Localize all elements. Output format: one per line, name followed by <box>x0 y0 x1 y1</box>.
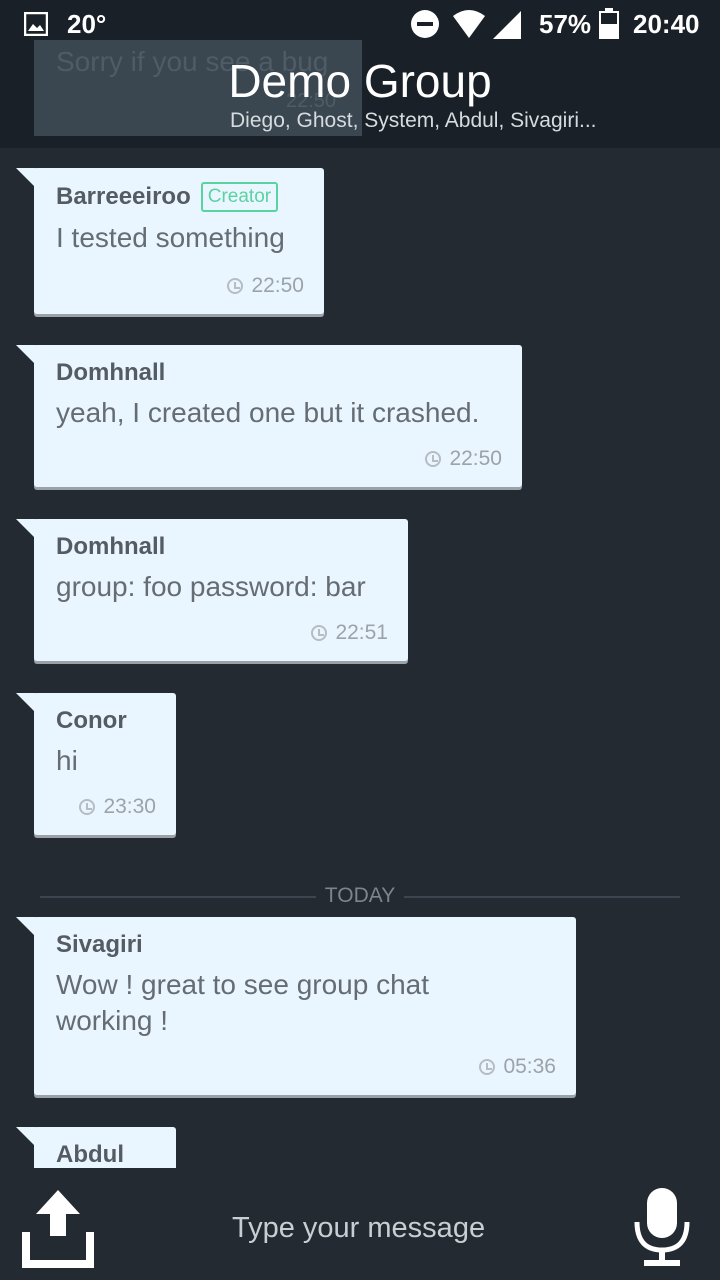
battery-icon <box>599 8 619 39</box>
message-bubble[interactable]: Sivagiri Wow ! great to see group chat w… <box>16 917 576 1095</box>
message-bubble[interactable]: Domhnall group: foo password: bar 22:51 <box>16 519 408 661</box>
clock-icon <box>311 625 328 641</box>
do-not-disturb-icon <box>411 10 439 38</box>
message-time: 22:50 <box>251 274 304 297</box>
message-list[interactable]: Barreeeiroo Creator I tested something 2… <box>0 148 720 1168</box>
upload-icon[interactable] <box>20 1188 96 1268</box>
temperature: 20° <box>67 9 107 39</box>
date-label: TODAY <box>324 884 396 907</box>
image-icon <box>24 12 48 36</box>
message-text: Wow ! great to see group chat working ! <box>56 969 430 1036</box>
clock-icon <box>479 1059 496 1075</box>
message-text: group: foo password: bar <box>56 571 366 602</box>
timestamp: 23:30 <box>79 795 156 819</box>
sender-name: Sivagiri <box>56 931 143 958</box>
message-composer <box>0 1168 720 1280</box>
group-members[interactable]: Diego, Ghost, System, Abdul, Sivagiri... <box>230 109 597 133</box>
message-text: hi <box>56 745 78 776</box>
sender-row: Barreeeiroo Creator <box>56 182 304 212</box>
message-time: 22:51 <box>335 621 388 644</box>
sender-name: Domhnall <box>56 533 166 560</box>
message-bubble[interactable]: Barreeeiroo Creator I tested something 2… <box>16 168 324 314</box>
microphone-icon[interactable] <box>632 1186 692 1268</box>
timestamp: 22:50 <box>425 447 502 471</box>
clock-time: 20:40 <box>633 9 700 39</box>
message-text: I tested something <box>56 222 285 253</box>
sender-name: Domhnall <box>56 359 166 386</box>
message-text: yeah, I created one but it crashed. <box>56 397 480 428</box>
timestamp: 05:36 <box>479 1055 556 1079</box>
message-bubble[interactable]: Domhnall yeah, I created one but it cras… <box>16 345 522 487</box>
sender-name: Abdul <box>56 1141 124 1168</box>
message-bubble[interactable]: Abdul <box>16 1127 176 1168</box>
sender-name: Conor <box>56 707 127 734</box>
clock-icon <box>79 799 96 815</box>
clock-icon <box>227 278 244 294</box>
creator-badge: Creator <box>200 182 279 212</box>
message-time: 05:36 <box>503 1055 556 1078</box>
sender-name: Barreeeiroo <box>56 183 191 210</box>
status-bar: 20° 57% 20:40 <box>0 0 720 50</box>
clock-icon <box>425 451 442 467</box>
wifi-icon <box>453 10 485 38</box>
message-time: 23:30 <box>103 795 156 818</box>
message-time: 22:50 <box>449 447 502 470</box>
message-bubble[interactable]: Conor hi 23:30 <box>16 693 176 835</box>
battery-percent: 57% <box>539 9 592 39</box>
timestamp: 22:50 <box>227 274 304 298</box>
group-title[interactable]: Demo Group <box>0 54 720 108</box>
message-input[interactable] <box>232 1212 612 1245</box>
timestamp: 22:51 <box>311 621 388 645</box>
signal-icon <box>493 11 521 39</box>
date-divider: TODAY <box>40 882 680 912</box>
